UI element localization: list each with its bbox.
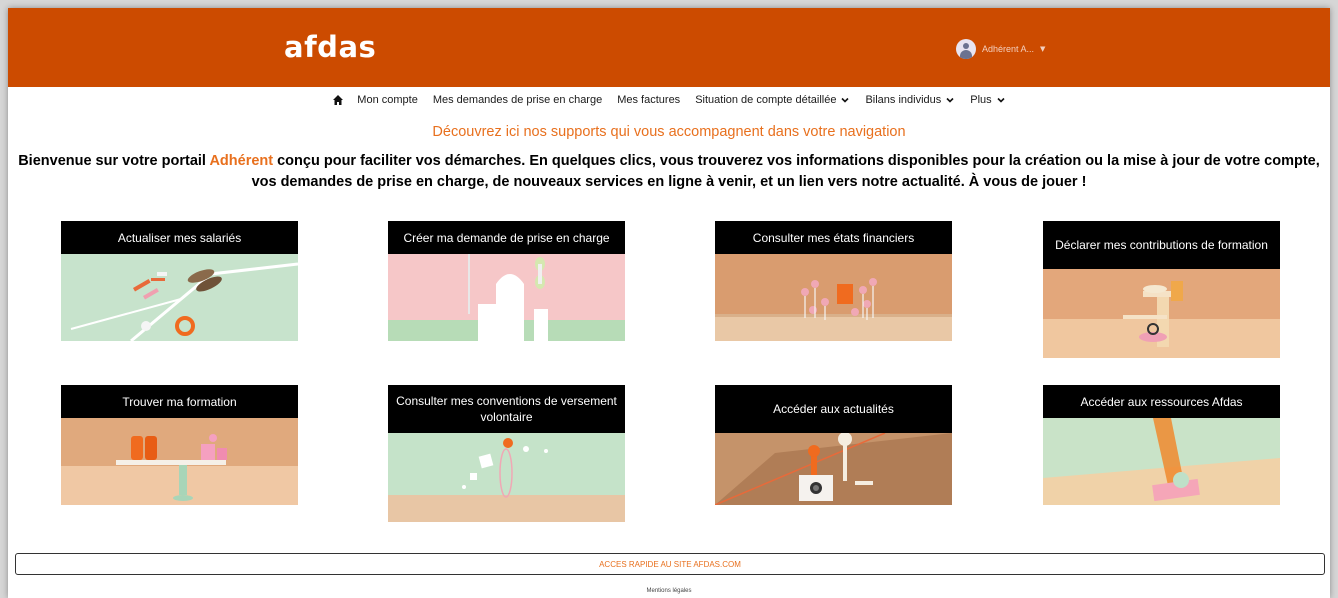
user-name: Adhérent A... [982, 44, 1035, 54]
main-nav: Mon compte Mes demandes de prise en char… [8, 92, 1330, 108]
afdas-logo[interactable]: afdas [284, 30, 376, 64]
welcome-accent: Adhérent [209, 153, 274, 169]
card-image [61, 418, 298, 505]
card-declarer-contributions[interactable]: Déclarer mes contributions de formation [1043, 221, 1280, 358]
user-menu[interactable]: Adhérent A... ▼ [956, 39, 1045, 59]
card-image [715, 254, 952, 341]
avatar-icon [956, 39, 976, 59]
card-title: Accéder aux actualités [715, 385, 952, 433]
nav-item-mes-demandes[interactable]: Mes demandes de prise en charge [433, 94, 602, 106]
card-trouver-formation[interactable]: Trouver ma formation [61, 385, 298, 505]
page-frame: afdas Adhérent A... ▼ Mon compte Mes dem… [8, 8, 1330, 598]
nav-item-plus[interactable]: Plus [970, 94, 1005, 106]
card-title: Créer ma demande de prise en charge [388, 221, 625, 254]
nav-item-label: Mes demandes de prise en charge [432, 94, 603, 106]
header-bar: afdas Adhérent A... ▼ [8, 8, 1330, 87]
nav-item-label: Mes factures [617, 94, 681, 106]
legal-notice-link[interactable]: Mentions légales [8, 588, 1330, 594]
card-title: Trouver ma formation [61, 385, 298, 418]
nav-item-label: Situation de compte détaillée [695, 94, 837, 106]
nav-item-mes-factures[interactable]: Mes factures [617, 94, 680, 106]
nav-item-label: Mon compte [357, 94, 418, 106]
nav-item-mon-compte[interactable]: Mon compte [357, 94, 418, 106]
card-title: Consulter mes conventions de versement v… [388, 385, 625, 433]
card-image [61, 254, 298, 341]
nav-item-situation-compte[interactable]: Situation de compte détaillée [695, 94, 850, 106]
card-image [388, 254, 625, 341]
card-title: Accéder aux ressources Afdas [1043, 385, 1280, 418]
caret-down-icon: ▼ [1040, 45, 1046, 53]
home-icon [333, 95, 344, 105]
nav-home[interactable] [332, 94, 344, 106]
chevron-down-icon [946, 97, 954, 103]
card-etats-financiers[interactable]: Consulter mes états financiers [715, 221, 952, 341]
chevron-down-icon [841, 97, 850, 103]
card-ressources-afdas[interactable]: Accéder aux ressources Afdas [1043, 385, 1280, 505]
support-tagline-link[interactable]: Découvrez ici nos supports qui vous acco… [8, 124, 1330, 140]
card-conventions-versement[interactable]: Consulter mes conventions de versement v… [388, 385, 625, 522]
welcome-text-end: conçu pour faciliter vos démarches. En q… [251, 153, 1320, 190]
card-image [1043, 418, 1280, 505]
card-image [715, 433, 952, 505]
quick-access-button[interactable]: ACCES RAPIDE AU SITE AFDAS.COM [15, 553, 1325, 575]
chevron-down-icon [997, 97, 1005, 103]
card-creer-demande[interactable]: Créer ma demande de prise en charge [388, 221, 625, 341]
card-actualites[interactable]: Accéder aux actualités [715, 385, 952, 505]
card-title: Actualiser mes salariés [61, 221, 298, 254]
nav-item-label: Plus [970, 94, 992, 106]
nav-item-bilans-individus[interactable]: Bilans individus [865, 94, 955, 106]
card-title: Consulter mes états financiers [715, 221, 952, 254]
card-actualiser-salaries[interactable]: Actualiser mes salariés [61, 221, 298, 341]
welcome-text: Bienvenue sur votre portail Adhérent con… [8, 151, 1330, 193]
card-title: Déclarer mes contributions de formation [1043, 221, 1280, 269]
card-image [388, 433, 625, 522]
nav-item-label: Bilans individus [865, 94, 942, 106]
card-image [1043, 269, 1280, 358]
welcome-text-start: Bienvenue sur votre portail [18, 153, 210, 169]
